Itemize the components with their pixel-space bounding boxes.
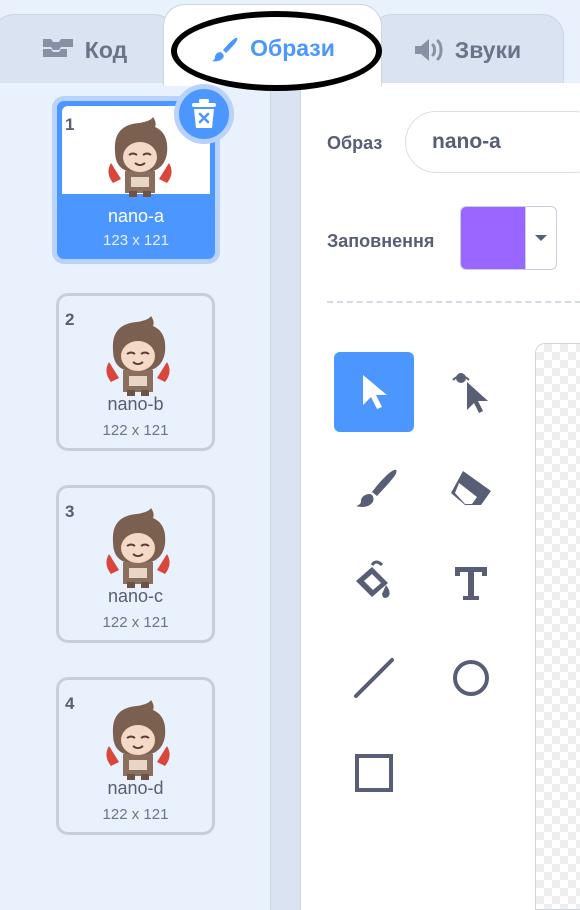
costume-name-label: Образ — [327, 133, 383, 153]
circle-tool[interactable] — [431, 638, 511, 718]
costume-name-input[interactable] — [405, 111, 580, 173]
trash-icon — [192, 99, 216, 128]
circle-icon — [453, 660, 489, 696]
paint-canvas[interactable] — [535, 343, 580, 910]
reshape-icon — [452, 373, 488, 413]
line-tool[interactable] — [334, 638, 414, 718]
text-tool[interactable] — [431, 543, 511, 623]
paintbrush-icon — [210, 35, 240, 65]
caret-down-icon — [535, 234, 547, 241]
costume-thumbnail — [105, 316, 171, 396]
costume-thumbnail — [107, 117, 173, 197]
costume-number: 4 — [65, 694, 75, 713]
tab-code-label: Код — [84, 37, 128, 63]
costume-thumbnail — [105, 700, 171, 780]
costume-number: 1 — [65, 115, 75, 134]
tab-sounds[interactable]: Звуки — [370, 14, 564, 84]
tab-costumes-label: Образи — [250, 35, 335, 61]
paint-bucket-icon — [356, 560, 390, 598]
fill-tool[interactable] — [334, 543, 414, 623]
costume-size: 122 x 121 — [102, 422, 169, 439]
speaker-icon — [413, 37, 445, 63]
costume-size: 123 x 121 — [103, 232, 169, 249]
costume-item-3[interactable]: 3 nano-c 122 x 121 — [56, 485, 215, 643]
line-icon — [354, 658, 394, 698]
costume-number: 2 — [65, 310, 75, 329]
brush-tool[interactable] — [334, 448, 414, 528]
rectangle-icon — [355, 754, 393, 792]
tab-code[interactable]: Код — [0, 14, 176, 84]
costume-item-2[interactable]: 2 nano-b 122 x 121 — [56, 293, 215, 451]
costume-item-4[interactable]: 4 nano-d 122 x 121 — [56, 677, 215, 835]
reshape-tool[interactable] — [431, 352, 511, 432]
fill-dropdown[interactable] — [525, 207, 556, 269]
text-icon — [455, 567, 487, 600]
rectangle-tool[interactable] — [334, 733, 414, 813]
divider — [327, 301, 580, 303]
costume-name: nano-a — [107, 206, 165, 226]
costume-number: 3 — [65, 502, 75, 521]
tab-sounds-label: Звуки — [454, 37, 522, 63]
eraser-icon — [451, 471, 491, 505]
brush-icon — [356, 469, 397, 507]
fill-label: Заповнення — [327, 231, 435, 251]
arrow-cursor-icon — [363, 375, 387, 409]
panel-divider — [270, 83, 300, 910]
fill-color-picker[interactable] — [460, 206, 557, 270]
fill-color-swatch[interactable] — [461, 207, 525, 269]
code-blocks-icon — [41, 37, 75, 59]
costume-size: 122 x 121 — [102, 614, 169, 631]
costume-name: nano-c — [107, 586, 164, 606]
select-tool[interactable] — [334, 352, 414, 432]
paint-editor: Образ Заповнення — [300, 83, 580, 910]
costume-name: nano-b — [107, 394, 164, 414]
eraser-tool[interactable] — [431, 448, 511, 528]
costume-thumbnail — [105, 508, 171, 588]
costume-name: nano-d — [107, 778, 164, 798]
tab-costumes[interactable]: Образи — [163, 4, 382, 86]
delete-costume-button[interactable] — [174, 84, 234, 144]
costume-size: 122 x 121 — [102, 806, 169, 823]
